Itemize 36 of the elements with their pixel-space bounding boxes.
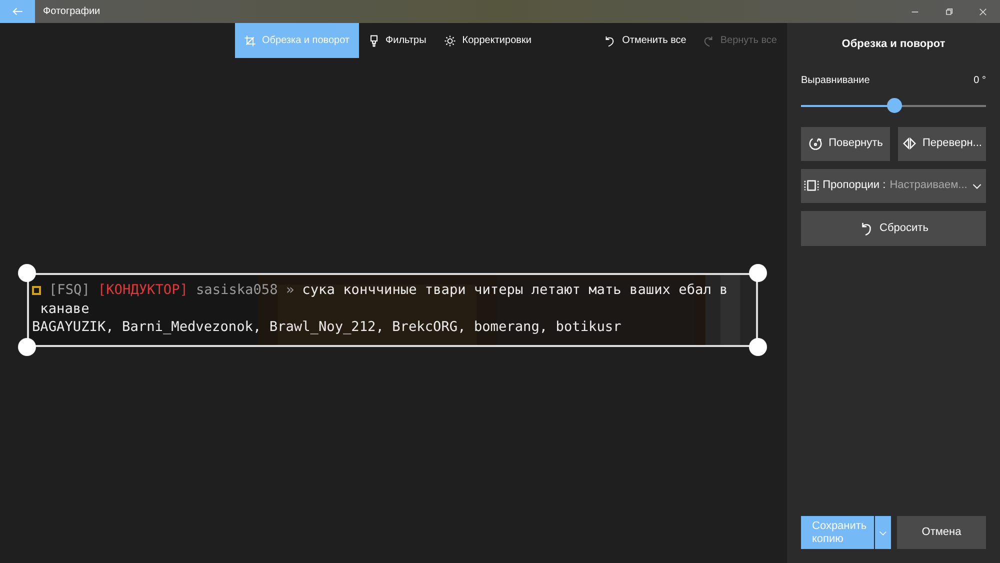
chat-text: BAGAYUZIK, Barni_Medvezonok, Brawl_Noy_212, BrekcORG, bomerang, botikusr xyxy=(32,318,622,336)
chat-text: [FSQ] xyxy=(49,281,90,300)
aspect-ratio-icon xyxy=(804,178,819,193)
restore-icon xyxy=(944,6,954,16)
crop-handle[interactable] xyxy=(749,264,767,282)
crop-icon xyxy=(244,34,256,46)
cancel-button[interactable]: Отмена xyxy=(897,516,986,549)
close-icon xyxy=(978,6,988,16)
undo-icon xyxy=(604,34,616,46)
chat-text: канаве xyxy=(39,300,90,318)
crop-handle[interactable] xyxy=(18,264,36,282)
chat-text: sasiska058 » xyxy=(196,281,294,300)
slider-track[interactable] xyxy=(801,98,986,114)
flip-icon xyxy=(902,136,917,151)
window-title: Фотографии xyxy=(43,5,100,19)
panel-title: Обрезка и поворот xyxy=(840,37,946,52)
crop-frame[interactable]: [FSQ] [КОНДУКТОР] sasiska058 » сука конччиные твари читеры летают мать ваших ебал в канаве BAGAYUZIK, Barni_Medvezonok, Brawl_Noy_212, BrekcORG, bomerang, botikusr xyxy=(27,273,758,347)
chat-text: сука конччиные твари читеры летают мать ваших ебал в xyxy=(302,281,728,300)
toolbar-action-button[interactable]: Отменить все xyxy=(598,23,692,58)
slider-thumb[interactable] xyxy=(886,98,902,112)
slider-label: Выравнивание xyxy=(801,74,870,88)
crop-handle[interactable] xyxy=(749,338,767,356)
back-arrow-icon xyxy=(11,5,24,18)
redo-icon xyxy=(702,34,714,46)
crop-handle[interactable] xyxy=(18,338,36,356)
chat-text: [КОНДУКТОР] xyxy=(98,281,188,300)
sun-icon xyxy=(444,34,456,46)
toolbar-tab[interactable]: Фильтры xyxy=(358,23,436,58)
reset-button[interactable]: Сбросить xyxy=(801,210,986,246)
slider-value: 0 ° xyxy=(974,74,986,88)
rotate-button[interactable]: Повернуть xyxy=(801,126,890,160)
aspect-ratio-dropdown[interactable]: Пропорции : Настраиваем... xyxy=(801,168,986,202)
toolbar-tab[interactable]: Корректировки xyxy=(435,23,540,58)
flip-button[interactable]: Переверн... xyxy=(898,126,986,160)
rotate-icon xyxy=(808,136,823,151)
brush-icon xyxy=(368,34,380,46)
